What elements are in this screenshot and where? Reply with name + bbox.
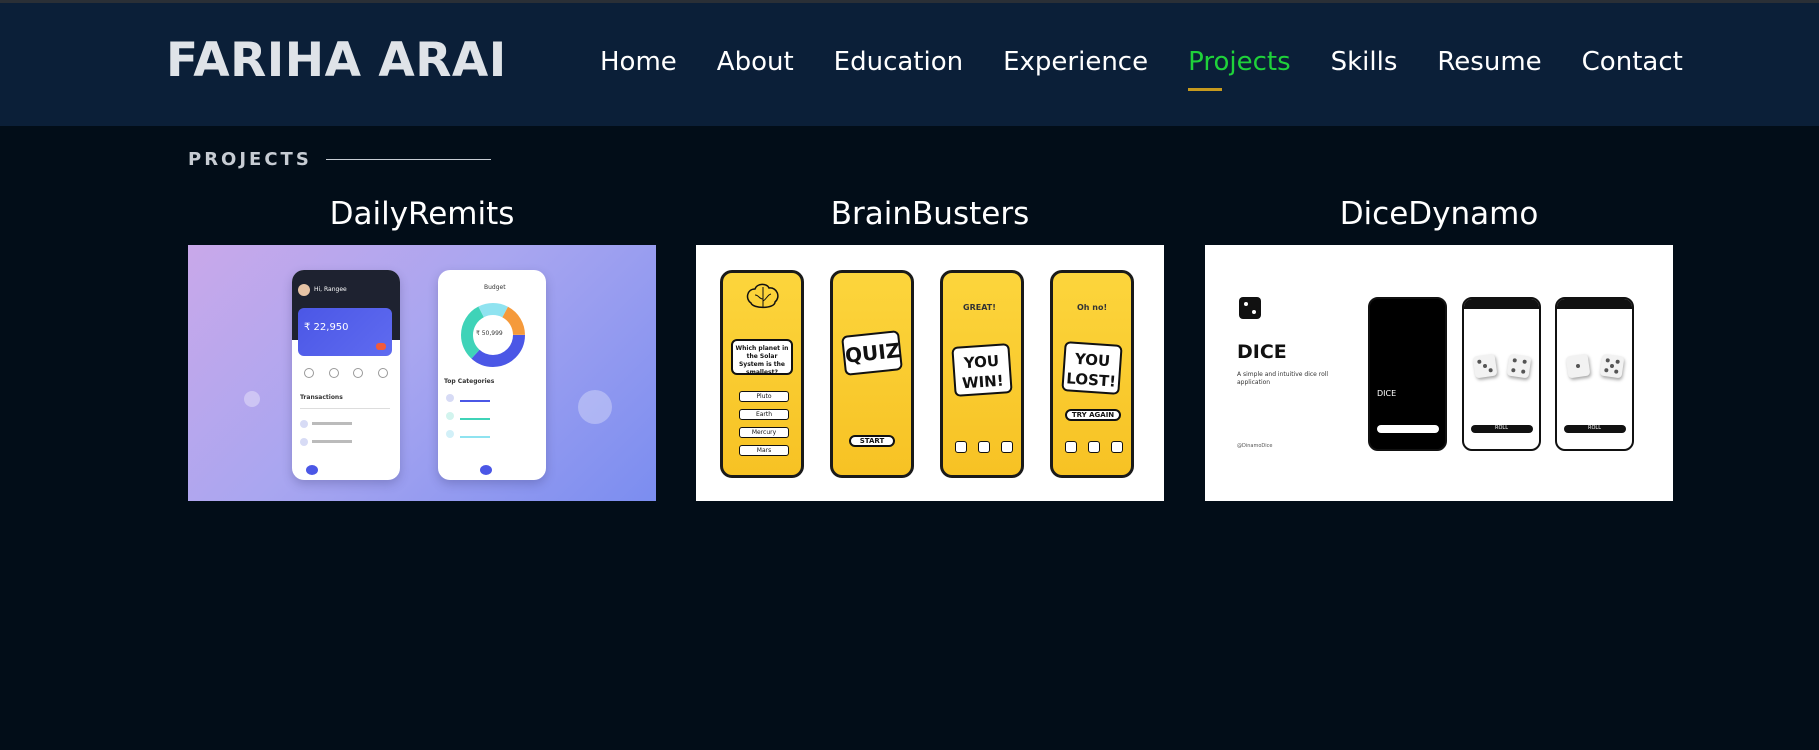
action-icon — [328, 368, 339, 378]
nav-skills[interactable]: Skills — [1331, 47, 1398, 77]
balance-card: ₹ 22,950 — [298, 308, 392, 356]
dice-app-icon — [1239, 297, 1261, 319]
you-lost-banner: YOU LOST! — [1061, 341, 1123, 395]
quiz-logo: QUIZ — [841, 330, 903, 376]
txn-icon — [300, 438, 308, 446]
great-text: GREAT! — [963, 303, 996, 312]
budget-amount: ₹ 50,999 — [476, 330, 503, 337]
quiz-phone-lost: Oh no! YOU LOST! TRY AGAIN — [1050, 270, 1134, 478]
answer-option: Pluto — [739, 391, 789, 402]
action-icon — [377, 368, 388, 378]
budget-tab-icon — [480, 465, 492, 475]
question-bubble: Which planet in the Solar System is the … — [731, 339, 793, 376]
die-icon — [1565, 353, 1591, 379]
roll-button: ROLL — [1564, 425, 1626, 433]
phone-mockup-home: Hi, Rangee ₹ 22,950 Transactions — [292, 270, 400, 480]
top-categories-label: Top Categories — [444, 378, 495, 385]
nav-home[interactable]: Home — [600, 47, 677, 77]
category-bar — [460, 418, 490, 420]
close-icon — [978, 441, 990, 453]
oh-no-text: Oh no! — [1077, 303, 1108, 312]
decor-circle — [578, 390, 612, 424]
dice-phone-roll-2: ROLL — [1555, 297, 1634, 451]
share-icons — [955, 441, 1013, 453]
txn-line — [312, 440, 352, 443]
phone-topbar — [1557, 299, 1632, 309]
balance-amount: ₹ 22,950 — [304, 322, 349, 333]
project-card-dailyremits[interactable]: DailyRemits Hi, Rangee ₹ 22,950 Transact… — [188, 192, 656, 501]
roll-button: ROLL — [1471, 425, 1533, 433]
category-bar — [460, 436, 490, 438]
answer-option: Earth — [739, 409, 789, 420]
project-image-brainbusters[interactable]: Which planet in the Solar System is the … — [696, 245, 1164, 501]
quiz-phone-question: Which planet in the Solar System is the … — [720, 270, 804, 478]
start-button: START — [849, 435, 895, 447]
answer-option: Mars — [739, 445, 789, 456]
phone-topbar — [1464, 299, 1539, 309]
decor-circle — [244, 391, 260, 407]
avatar — [298, 284, 310, 296]
category-icon — [446, 430, 454, 438]
share-icon — [955, 441, 967, 453]
phone-title: DICE — [1377, 389, 1397, 398]
dice-tagline: A simple and intuitive dice roll applica… — [1237, 371, 1329, 386]
dice-heading: DICE — [1237, 341, 1287, 363]
card-brand-icon — [376, 343, 386, 350]
project-image-dailyremits[interactable]: Hi, Rangee ₹ 22,950 Transactions Budget — [188, 245, 656, 501]
die-icon — [1472, 353, 1498, 379]
greeting-text: Hi, Rangee — [314, 286, 347, 293]
budget-title: Budget — [484, 284, 506, 291]
get-started-button — [1377, 425, 1439, 433]
quiz-phone-win: GREAT! YOU WIN! — [940, 270, 1024, 478]
brain-icon — [746, 283, 779, 309]
nav-projects[interactable]: Projects — [1188, 47, 1291, 91]
die-icon — [1599, 353, 1625, 379]
site-logo[interactable]: FARIHA ARAI — [166, 33, 507, 88]
die-icon — [1506, 353, 1532, 379]
dice-handle: @DinamoDice — [1237, 443, 1273, 449]
nav-resume[interactable]: Resume — [1437, 47, 1541, 77]
txn-line — [312, 422, 352, 425]
project-card-brainbusters[interactable]: BrainBusters Which planet in the Solar S… — [696, 192, 1164, 501]
list-divider — [300, 408, 390, 409]
quiz-phone-start: QUIZ START — [830, 270, 914, 478]
you-win-banner: YOU WIN! — [951, 343, 1013, 397]
roll-button-label: ROLL — [1495, 425, 1508, 431]
close-icon — [1088, 441, 1100, 453]
project-title[interactable]: BrainBusters — [696, 192, 1164, 236]
category-icon — [446, 394, 454, 402]
nav-about[interactable]: About — [717, 47, 794, 77]
section-title: PROJECTS — [188, 149, 312, 170]
answer-option: Mercury — [739, 427, 789, 438]
dice-phone-splash: DICE — [1368, 297, 1447, 451]
action-icon — [353, 368, 364, 378]
nav-experience[interactable]: Experience — [1003, 47, 1148, 77]
project-title[interactable]: DiceDynamo — [1205, 192, 1673, 236]
section-divider — [325, 159, 491, 160]
category-bar — [460, 400, 490, 402]
main-nav: Home About Education Experience Projects… — [600, 47, 1683, 91]
share-icon — [1065, 441, 1077, 453]
project-title[interactable]: DailyRemits — [188, 192, 656, 236]
dice-phone-roll-1: ROLL — [1462, 297, 1541, 451]
try-again-button: TRY AGAIN — [1065, 409, 1121, 421]
category-icon — [446, 412, 454, 420]
nav-contact[interactable]: Contact — [1582, 47, 1683, 77]
transactions-label: Transactions — [300, 394, 343, 401]
project-image-dicedynamo[interactable]: DICE A simple and intuitive dice roll ap… — [1205, 245, 1673, 501]
txn-icon — [300, 420, 308, 428]
section-heading: PROJECTS — [188, 149, 491, 170]
home-tab-icon — [306, 465, 318, 475]
nav-education[interactable]: Education — [834, 47, 963, 77]
action-icon — [304, 368, 314, 378]
roll-button-label: ROLL — [1588, 425, 1601, 431]
refresh-icon — [1001, 441, 1013, 453]
navbar: FARIHA ARAI Home About Education Experie… — [0, 0, 1819, 126]
project-card-dicedynamo[interactable]: DiceDynamo DICE A simple and intuitive d… — [1205, 192, 1673, 501]
share-icons — [1065, 441, 1123, 453]
quick-actions — [304, 368, 388, 378]
phone-mockup-budget: Budget ₹ 50,999 Top Categories — [438, 270, 546, 480]
refresh-icon — [1111, 441, 1123, 453]
